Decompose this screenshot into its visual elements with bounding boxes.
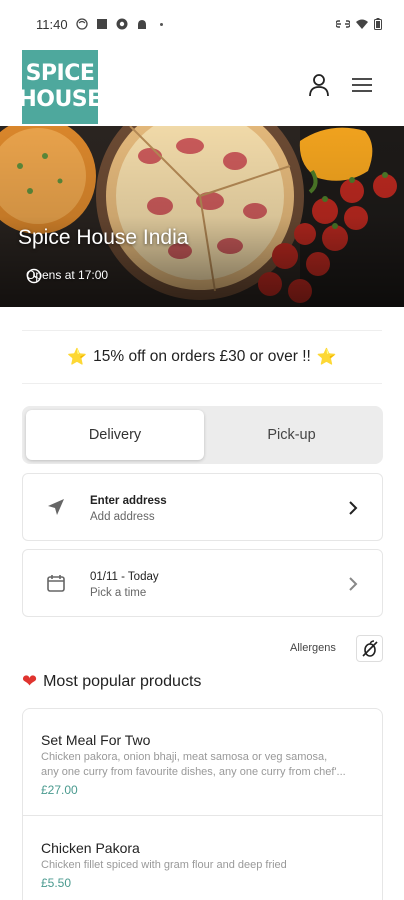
product-description: Chicken fillet spiced with gram flour an… [41, 859, 287, 871]
star-icon: ⭐ [316, 349, 337, 366]
chrome-icon [116, 18, 128, 30]
product-list: Set Meal For Two Chicken pakora, onion b… [22, 708, 383, 900]
allergens-label: Allergens [290, 642, 336, 654]
product-price: £27.00 [41, 783, 78, 797]
status-right [336, 18, 382, 30]
product-name: Set Meal For Two [41, 732, 151, 748]
chevron-right-icon [346, 498, 360, 518]
navigation-icon [45, 496, 67, 518]
product-description: Chicken pakora, onion bhaji, meat samosa… [41, 751, 328, 763]
status-bar: 11:40 [0, 0, 404, 48]
allergens-button[interactable] [356, 635, 383, 662]
account-button[interactable] [306, 72, 332, 98]
product-description: any one curry from favourite dishes, any… [41, 766, 346, 778]
stop-icon [96, 19, 107, 29]
face-icon [75, 18, 88, 30]
product-price: £5.50 [41, 876, 72, 890]
product-item[interactable]: Chicken Pakora Chicken fillet spiced wit… [23, 816, 382, 900]
android-icon [137, 20, 146, 29]
restaurant-name: Spice House India [18, 226, 189, 249]
address-title: Enter address [90, 495, 167, 507]
logo-line-2: HOUSE [18, 87, 102, 112]
link-icon [336, 20, 350, 28]
logo-line-1: SPICE [25, 61, 95, 86]
hero-banner: Spice House India Opens at 17:00 [0, 126, 404, 307]
promo-text: 15% off on orders £30 or over !! [93, 348, 311, 365]
promo-banner: ⭐ 15% off on orders £30 or over !! ⭐ [22, 330, 382, 384]
product-item[interactable]: Set Meal For Two Chicken pakora, onion b… [23, 709, 382, 816]
time-text: 01/11 - Today Pick a time [90, 569, 159, 601]
logo[interactable]: SPICE HOUSE [18, 50, 102, 124]
opening-time: Opens at 17:00 [26, 268, 108, 284]
menu-icon [352, 78, 372, 92]
address-text: Enter address Add address [90, 493, 167, 525]
popular-heading-text: Most popular products [43, 672, 202, 690]
time-title: 01/11 - Today [90, 571, 159, 583]
tab-delivery[interactable]: Delivery [26, 410, 204, 460]
header: SPICE HOUSE [0, 48, 404, 126]
menu-button[interactable] [349, 72, 375, 98]
allergen-icon [361, 639, 378, 657]
time-subtitle: Pick a time [90, 587, 147, 599]
order-type-toggle: Delivery Pick-up [22, 406, 383, 464]
product-name: Chicken Pakora [41, 840, 140, 856]
star-icon: ⭐ [67, 349, 88, 366]
wifi-icon [356, 19, 368, 29]
tab-pick-up[interactable]: Pick-up [204, 410, 379, 460]
popular-heading: ❤ Most popular products [22, 671, 201, 692]
notification-dot [159, 22, 163, 26]
clock-icon [26, 268, 42, 284]
account-icon [309, 74, 329, 97]
heart-icon: ❤ [22, 671, 38, 691]
address-card[interactable]: Enter address Add address [22, 473, 383, 541]
status-left: 11:40 [36, 17, 163, 32]
time-card[interactable]: 01/11 - Today Pick a time [22, 549, 383, 617]
calendar-icon [45, 572, 67, 594]
status-time: 11:40 [36, 16, 68, 32]
chevron-right-icon [346, 574, 360, 594]
address-subtitle: Add address [90, 511, 155, 523]
battery-icon [374, 18, 382, 30]
